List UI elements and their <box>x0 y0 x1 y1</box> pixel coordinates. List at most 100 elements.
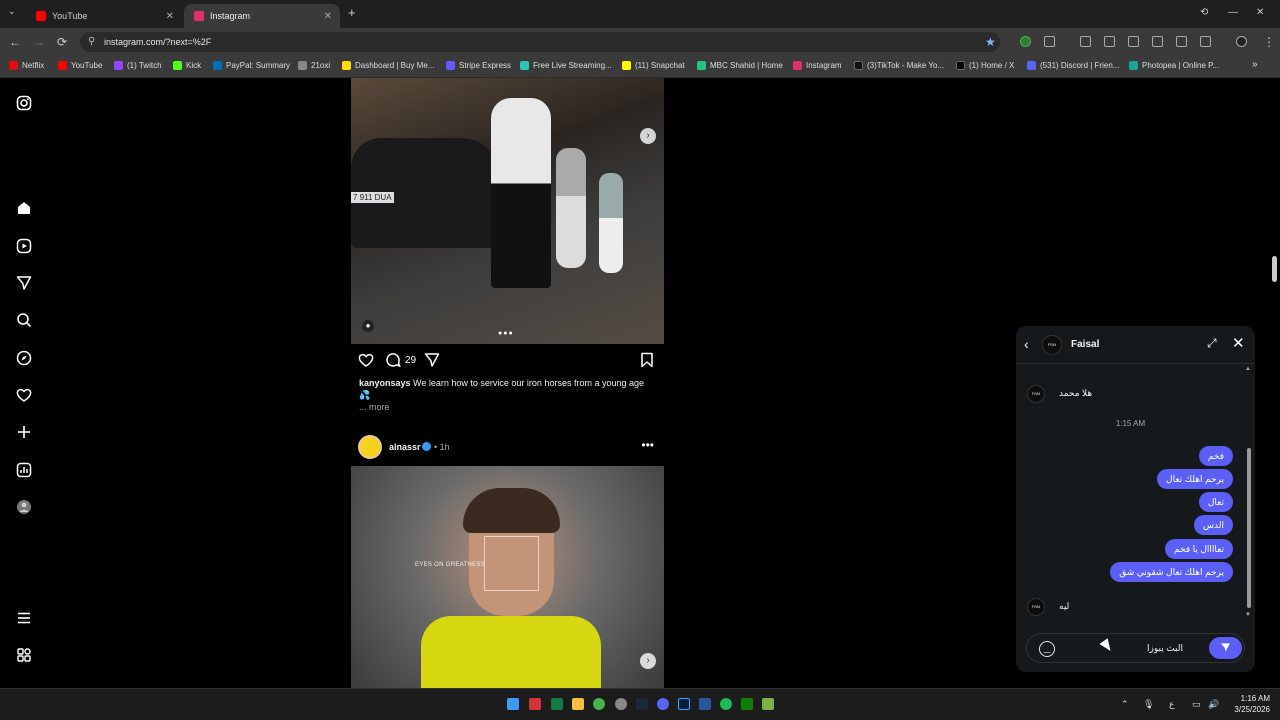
contact-avatar[interactable]: FBM <box>1042 335 1062 355</box>
search-icon[interactable] <box>15 312 33 330</box>
user-tag-icon[interactable]: ● <box>362 320 374 332</box>
bookmark-instagram[interactable]: Instagram <box>793 61 842 70</box>
tab-search-icon[interactable]: ⌄ <box>8 6 16 17</box>
post-author-name[interactable]: alnassr <box>389 442 421 452</box>
page-scrollbar[interactable] <box>1272 256 1277 282</box>
url-field[interactable]: ⚲ instagram.com/?next=%2F <box>80 32 1000 52</box>
site-info-icon[interactable]: ⚲ <box>88 36 95 47</box>
link-icon[interactable] <box>1200 36 1211 47</box>
file-explorer-icon[interactable] <box>572 698 584 710</box>
menu-icon[interactable]: ⋮ <box>1263 35 1275 49</box>
bookmark-buymeacoffee[interactable]: Dashboard | Buy Me... <box>342 61 434 70</box>
message-input[interactable]: البث يبوزا <box>1147 643 1207 654</box>
back-chevron-icon[interactable]: ‹ <box>1024 336 1029 352</box>
caption-more-link[interactable]: ... more <box>359 402 390 412</box>
tab-youtube[interactable]: YouTube ✕ <box>26 4 182 28</box>
xbox-icon[interactable] <box>741 698 753 710</box>
close-tab-icon[interactable]: ✕ <box>166 11 174 22</box>
messages-icon[interactable] <box>15 275 33 293</box>
tab-instagram[interactable]: Instagram ✕ <box>184 4 340 28</box>
comment-icon[interactable] <box>385 352 401 372</box>
instagram-logo-icon[interactable] <box>15 95 33 113</box>
password-icon[interactable] <box>1104 36 1115 47</box>
close-window-button[interactable]: ✕ <box>1256 7 1264 18</box>
profile-avatar[interactable] <box>15 499 33 517</box>
like-heart-icon[interactable] <box>358 352 374 372</box>
photoshop-icon[interactable] <box>678 698 690 710</box>
translate-icon[interactable] <box>1128 36 1139 47</box>
bookmark-youtube[interactable]: YouTube <box>58 61 102 70</box>
bookmark-stripe[interactable]: Stripe Express <box>446 61 511 70</box>
bookmark-streaming[interactable]: Free Live Streaming... <box>520 61 612 70</box>
profile-avatar[interactable] <box>1236 36 1247 47</box>
input-language[interactable]: ع <box>1169 699 1174 710</box>
person-illustration <box>491 98 551 288</box>
app-icon[interactable] <box>529 698 541 710</box>
bookmarks-overflow-icon[interactable]: » <box>1252 59 1258 70</box>
reels-icon[interactable] <box>15 238 33 256</box>
post-image[interactable]: EYES ON GREATNESS <box>351 466 664 688</box>
steam-icon[interactable] <box>636 698 648 710</box>
expand-icon[interactable]: ⤢ <box>1207 336 1217 351</box>
emoji-icon[interactable]: ‿ <box>1039 641 1055 657</box>
download-icon[interactable] <box>1080 36 1091 47</box>
spotify-icon[interactable] <box>720 698 732 710</box>
chat-scrollbar[interactable] <box>1247 448 1251 608</box>
back-button[interactable]: ← <box>9 35 21 49</box>
history-icon[interactable]: ⟲ <box>1200 7 1208 18</box>
bookmark-twitch[interactable]: (1) Twitch <box>114 61 162 70</box>
system-clock[interactable]: 1:16 AM 3/25/2026 <box>1222 693 1270 715</box>
bookmark-kick[interactable]: Kick <box>173 61 201 70</box>
save-bookmark-icon[interactable] <box>640 352 654 372</box>
bookmark-photopea[interactable]: Photopea | Online P... <box>1129 61 1219 70</box>
settings-gear-icon[interactable] <box>615 698 627 710</box>
bookmark-x[interactable]: (1) Home / X <box>956 61 1014 70</box>
more-options-icon[interactable]: ••• <box>641 438 654 452</box>
share-icon[interactable] <box>424 352 440 372</box>
shield-extension-icon[interactable] <box>1020 36 1031 47</box>
scroll-down-icon[interactable]: ▼ <box>1245 612 1251 618</box>
explore-icon[interactable] <box>15 350 33 368</box>
start-windows-icon[interactable] <box>507 698 519 710</box>
reload-button[interactable]: ⟳ <box>57 35 67 49</box>
close-tab-icon[interactable]: ✕ <box>324 11 332 22</box>
minimize-button[interactable]: — <box>1228 7 1238 18</box>
create-plus-icon[interactable] <box>15 424 33 442</box>
carousel-next-icon[interactable]: › <box>640 128 656 144</box>
new-tab-button[interactable]: + <box>348 5 356 20</box>
bookmark-paypal[interactable]: PayPal: Summary <box>213 61 290 70</box>
minecraft-icon[interactable] <box>762 698 774 710</box>
sidebar-icon[interactable] <box>1152 36 1163 47</box>
bookmark-discord[interactable]: (531) Discord | Frien... <box>1027 61 1119 70</box>
display-icon[interactable]: ▭ <box>1192 699 1201 710</box>
bookmark-star-icon[interactable]: ★ <box>985 35 996 49</box>
post-author-avatar[interactable] <box>358 435 382 459</box>
history-icon[interactable] <box>1176 36 1187 47</box>
chrome-icon[interactable] <box>593 698 605 710</box>
dashboard-icon[interactable] <box>15 462 33 480</box>
close-icon[interactable]: ✕ <box>1232 334 1245 352</box>
also-from-meta-icon[interactable] <box>15 647 33 665</box>
caption-username[interactable]: kanyonsays <box>359 378 411 388</box>
notifications-heart-icon[interactable] <box>15 387 33 405</box>
post-image[interactable]: 7 911 DUA <box>351 78 664 344</box>
send-button[interactable] <box>1209 637 1242 659</box>
extensions-icon[interactable] <box>1044 36 1055 47</box>
home-icon[interactable] <box>15 200 33 218</box>
more-menu-icon[interactable] <box>15 610 33 628</box>
tray-overflow-icon[interactable]: ⌃ <box>1121 699 1129 710</box>
scroll-up-icon[interactable]: ▲ <box>1245 366 1251 372</box>
app-icon[interactable] <box>699 698 711 710</box>
discord-icon[interactable] <box>657 698 669 710</box>
microphone-icon[interactable]: 🎙 <box>1143 699 1154 710</box>
volume-icon[interactable]: 🔊 <box>1208 699 1219 710</box>
bookmark-shahid[interactable]: MBC Shahid | Home <box>697 61 783 70</box>
bookmark-netflix[interactable]: Netflix <box>9 61 44 70</box>
forward-button[interactable]: → <box>33 35 45 49</box>
bookmark-21oxi[interactable]: 21oxi <box>298 61 330 70</box>
excel-icon[interactable] <box>551 698 563 710</box>
bookmark-tiktok[interactable]: (3)TikTok - Make Yo... <box>854 61 944 70</box>
bookmark-snapchat[interactable]: (11) Snapchat <box>622 61 685 70</box>
carousel-next-icon[interactable]: › <box>640 653 656 669</box>
contact-name[interactable]: Faisal <box>1071 339 1099 350</box>
